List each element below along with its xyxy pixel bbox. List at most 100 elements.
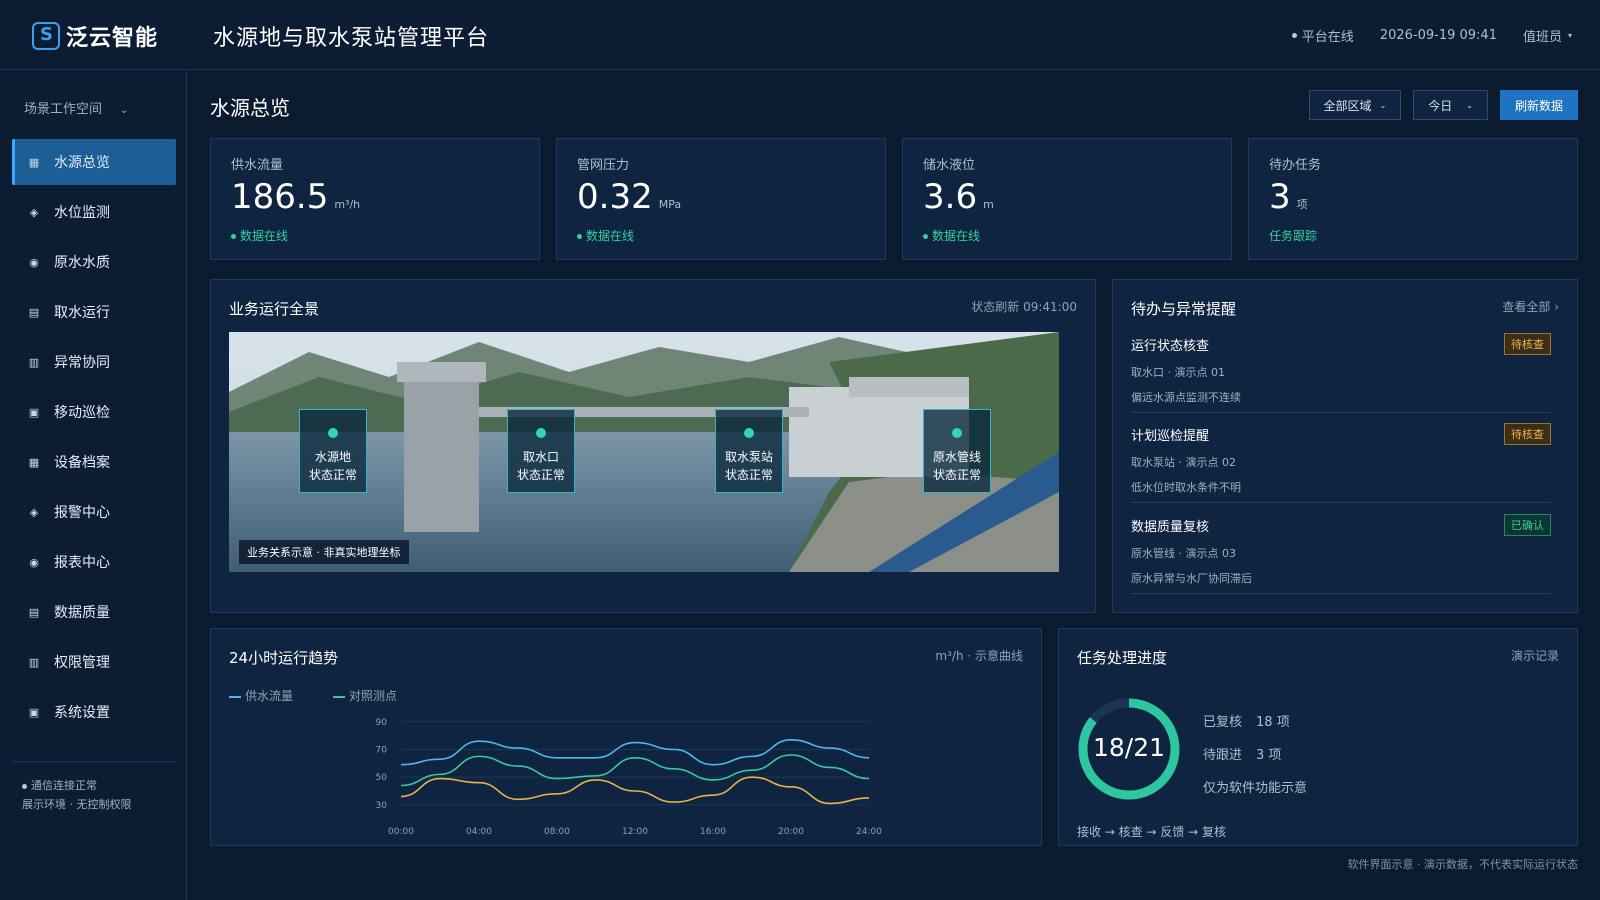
status-badge: 待核查 — [1504, 423, 1551, 445]
platform-status: 平台在线 — [1291, 26, 1354, 45]
x-tick-label: 20:00 — [778, 827, 804, 837]
circle-dot-icon: ◉ — [29, 255, 39, 269]
sidebar-item-7[interactable]: ◈ 报警中心 — [12, 489, 176, 535]
kpi-card[interactable]: 储水液位 3.6 m 数据在线 — [902, 138, 1232, 260]
series-line-0 — [400, 738, 870, 766]
sidebar-item-5[interactable]: ▣ 移动巡检 — [12, 389, 176, 435]
region-select[interactable]: 全部区域 ⌄ — [1308, 90, 1402, 120]
scene-node[interactable]: 水源地 状态正常 — [299, 409, 367, 493]
sidebar-item-label: 取水运行 — [54, 305, 110, 321]
sidebar-item-label: 报警中心 — [54, 505, 110, 521]
alert-description: 偏远水源点监测不连续 — [1131, 391, 1241, 404]
logo-text: 泛云智能 — [66, 26, 159, 51]
series-line-2 — [400, 776, 870, 805]
chevron-down-icon: ⌄ — [120, 105, 129, 116]
scene-node[interactable]: 原水管线 状态正常 — [923, 409, 991, 493]
status-badge: 待核查 — [1504, 333, 1551, 355]
kpi-status: 数据在线 — [231, 227, 288, 244]
period-select-value: 今日 — [1428, 98, 1453, 113]
scene-disclaimer-tag: 业务关系示意 · 非真实地理坐标 — [239, 540, 409, 564]
user-menu[interactable]: 值班员 ▾ — [1523, 26, 1572, 45]
diamond-icon: ◈ — [29, 505, 39, 519]
workspace-label: 场景工作空间 — [24, 102, 103, 117]
stat-label: 待跟进 — [1203, 748, 1243, 763]
sidebar-item-9[interactable]: ▤ 数据质量 — [12, 589, 176, 635]
alert-item[interactable]: 计划巡检提醒 取水泵站 · 演示点 02 低水位时取水条件不明 待核查 — [1131, 423, 1551, 503]
kpi-status: 任务跟踪 — [1269, 227, 1317, 244]
stat-reviewed: 已复核 18 项 — [1203, 711, 1290, 730]
y-tick-label: 50 — [376, 773, 388, 783]
diamond-icon: ◈ — [29, 205, 39, 219]
view-all-link[interactable]: 查看全部 › — [1502, 298, 1559, 315]
environment-note: 展示环境 · 无控制权限 — [22, 798, 132, 811]
columns-icon: ▥ — [28, 355, 40, 369]
scene-node[interactable]: 取水口 状态正常 — [507, 409, 575, 493]
kpi-value: 0.32 MPa — [577, 177, 681, 217]
header-datetime: 2026-09-19 09:41 — [1379, 28, 1497, 43]
node-name: 取水口 — [522, 450, 559, 464]
y-tick-label: 30 — [376, 801, 388, 811]
top-bar: 泛云智能 水源地与取水泵站管理平台 平台在线 2026-09-19 09:41 … — [0, 0, 1600, 70]
node-status-dot-icon — [744, 428, 754, 438]
refresh-button[interactable]: 刷新数据 — [1499, 90, 1578, 120]
alert-item[interactable]: 运行状态核查 取水口 · 演示点 01 偏远水源点监测不连续 待核查 — [1131, 333, 1551, 413]
header-status-area: 平台在线 2026-09-19 09:41 值班员 ▾ — [1266, 26, 1572, 45]
y-tick-label: 90 — [376, 718, 388, 728]
x-tick-label: 12:00 — [622, 827, 648, 837]
x-tick-label: 24:00 — [856, 827, 882, 837]
connection-status: 通信连接正常 — [31, 779, 97, 792]
kpi-card[interactable]: 待办任务 3 项任务跟踪 — [1248, 138, 1578, 260]
progress-ring: 18/21 — [1077, 697, 1181, 801]
sidebar-item-11[interactable]: ▣ 系统设置 — [12, 689, 176, 735]
kpi-status-text: 数据在线 — [586, 229, 635, 243]
circle-dot-icon: ◉ — [29, 555, 39, 569]
kpi-label: 供水流量 — [231, 158, 284, 173]
alert-item[interactable]: 数据质量复核 原水管线 · 演示点 03 原水异常与水厂协同滞后 已确认 — [1131, 514, 1551, 594]
list-icon: ▤ — [28, 305, 40, 319]
alert-description: 低水位时取水条件不明 — [1131, 481, 1241, 494]
node-state: 状态正常 — [724, 468, 773, 482]
brand-logo[interactable]: 泛云智能 — [32, 20, 158, 52]
series-line-1 — [400, 754, 870, 787]
sidebar-item-1[interactable]: ◈ 水位监测 — [12, 189, 176, 235]
sidebar-item-3[interactable]: ▤ 取水运行 — [12, 289, 176, 335]
y-tick-label: 70 — [376, 745, 388, 755]
sidebar-item-10[interactable]: ▥ 权限管理 — [12, 639, 176, 685]
sidebar-item-0[interactable]: ▦ 水源总览 — [12, 139, 176, 185]
workspace-selector[interactable]: 场景工作空间 ⌄ — [24, 98, 129, 117]
sidebar-item-4[interactable]: ▥ 异常协同 — [12, 339, 176, 385]
overview-panel: 业务运行全景 状态刷新 09:41:00 水源地状态正常 取水口 状态正常 取水… — [210, 279, 1096, 613]
kpi-card[interactable]: 供水流量 186.5 m³/h 数据在线 — [210, 138, 540, 260]
app-title: 水源地与取水泵站管理平台 — [213, 26, 490, 51]
sidebar-item-2[interactable]: ◉ 原水水质 — [12, 239, 176, 285]
platform-status-text: 平台在线 — [1301, 30, 1354, 45]
period-select[interactable]: 今日 ⌄ — [1413, 90, 1488, 120]
trend-panel: 24小时运行趋势 m³/h · 示意曲线 供水流量 对照测点 90 70 50 30 0… — [210, 628, 1042, 846]
kpi-card[interactable]: 管网压力 0.32 MPa 数据在线 — [556, 138, 886, 260]
scene-node[interactable]: 取水泵站 状态正常 — [715, 409, 783, 493]
stat-value: 3 项 — [1256, 748, 1282, 763]
x-tick-label: 00:00 — [388, 827, 414, 837]
ring-label: 18/21 — [1092, 733, 1166, 762]
connection-dot-icon — [22, 783, 27, 789]
kpi-value: 3.6 m — [923, 177, 994, 217]
progress-title: 任务处理进度 — [1077, 649, 1168, 667]
sidebar-divider — [12, 761, 176, 762]
sidebar-item-8[interactable]: ◉ 报表中心 — [12, 539, 176, 585]
sidebar-item-6[interactable]: ▦ 设备档案 — [12, 439, 176, 485]
node-name: 取水泵站 — [724, 450, 773, 464]
node-status-dot-icon — [328, 428, 338, 438]
kpi-unit: m — [983, 198, 994, 211]
alert-location: 原水管线 · 演示点 03 — [1131, 547, 1236, 560]
x-tick-label: 16:00 — [700, 827, 726, 837]
list-icon: ▤ — [28, 605, 40, 619]
alert-title: 计划巡检提醒 — [1131, 429, 1210, 444]
grid-icon: ▦ — [28, 155, 40, 169]
alert-description: 原水异常与水厂协同滞后 — [1131, 572, 1252, 585]
progress-meta[interactable]: 演示记录 — [1511, 647, 1559, 664]
sidebar-footer: 通信连接正常 展示环境 · 无控制权限 — [12, 761, 176, 814]
kpi-status: 数据在线 — [577, 227, 634, 244]
kpi-number: 3.6 — [923, 177, 978, 217]
progress-note: 仅为软件功能示意 — [1203, 781, 1308, 796]
kpi-label: 储水液位 — [923, 158, 976, 173]
